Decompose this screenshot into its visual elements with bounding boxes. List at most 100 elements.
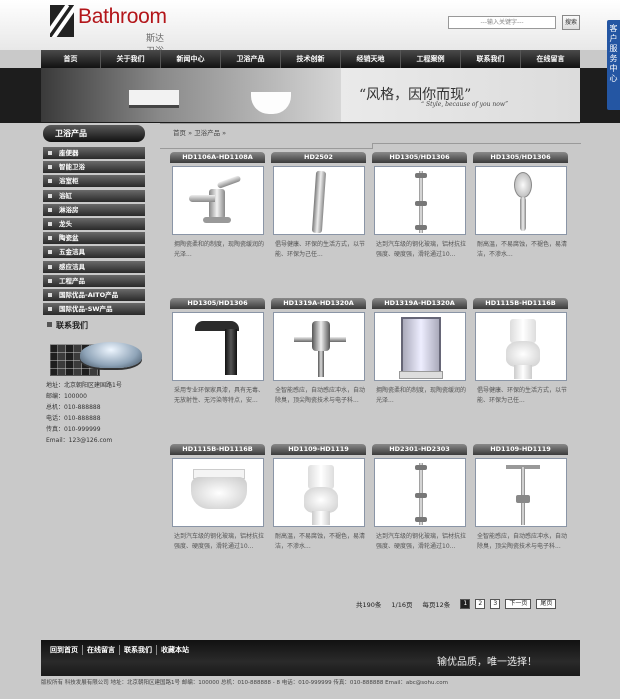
product-card[interactable]: HD1305/HD1306 采用专业环保家具漆，具有无毒、无放射性、无污染等特点，…	[170, 298, 268, 414]
sidebar-item-smart[interactable]: 智能卫浴	[43, 161, 145, 174]
slide-bar-product-image[interactable]	[374, 166, 466, 235]
product-title[interactable]: HD2301-HD2303	[372, 444, 467, 455]
urinal-valve-product-image[interactable]	[273, 312, 365, 381]
footer-link-home[interactable]: 回到首页	[50, 645, 83, 655]
wall-toilet-product-image[interactable]	[172, 458, 264, 527]
contact-bullet-icon	[47, 322, 52, 327]
product-card[interactable]: HD1109-HD1119 全智能感应，自动感应冲水，自动除臭，顶尖陶瓷技术与电子…	[473, 444, 571, 560]
product-title[interactable]: HD1305/HD1306	[372, 152, 467, 163]
contact-phone: 电话：010-888888	[46, 415, 101, 422]
toilet-product-image[interactable]	[475, 312, 567, 381]
sidebar-item-shower-rooms[interactable]: 淋浴房	[43, 203, 145, 216]
footer-link-message[interactable]: 在线留言	[83, 645, 120, 655]
pager-page: 1/16页	[391, 601, 413, 609]
sidebar-item-toilets[interactable]: 座便器	[43, 147, 145, 159]
page-1-button[interactable]: 1	[460, 599, 471, 609]
nav-item-dealers[interactable]: 经销天地	[341, 50, 401, 68]
product-title[interactable]: HD1305/HD1306	[473, 152, 568, 163]
sidebar-item-hardware[interactable]: 五金洁具	[43, 246, 145, 259]
product-card[interactable]: HD1115B-HD1116B 达到汽车级的钢化玻璃，铝材抗拉强度、硬度强，滑轮通…	[170, 444, 268, 560]
sidebar-title: 卫浴产品	[43, 125, 145, 142]
next-page-button[interactable]: 下一页	[505, 599, 532, 609]
bathtub-image	[80, 342, 142, 368]
footer-links: 回到首页 在线留言 联系我们 收藏本站	[50, 645, 193, 655]
sidebar-item-basins[interactable]: 陶瓷盆	[43, 232, 145, 245]
product-title[interactable]: HD1319A-HD1320A	[372, 298, 467, 309]
product-title[interactable]: HD1305/HD1306	[170, 298, 265, 309]
product-card[interactable]: HD1305/HD1306 达到汽车级的钢化玻璃，铝材抗拉强度、硬度强，滑轮通过1…	[372, 152, 470, 268]
banner-subtitle: “ Style, because of you now”	[421, 101, 509, 108]
product-card[interactable]: HD1109-HD1119 耐高温，不易腐蚀，不褪色，易清洁，不渗水...	[271, 444, 369, 560]
rain-shower-product-image[interactable]	[475, 458, 567, 527]
pagination: 共190条 1/16页 每页12条 1 2 3 下一页 尾页	[356, 599, 561, 609]
last-page-button[interactable]: 尾页	[536, 599, 557, 609]
nav-item-about[interactable]: 关于我们	[101, 50, 161, 68]
nav-item-cases[interactable]: 工程案例	[401, 50, 461, 68]
product-card[interactable]: HD1305/HD1306 耐高温，不易腐蚀，不褪色，易清洁，不渗水...	[473, 152, 571, 268]
faucet-product-image[interactable]	[172, 166, 264, 235]
product-title[interactable]: HD1109-HD1119	[473, 444, 568, 455]
page-2-button[interactable]: 2	[475, 599, 486, 609]
customer-service-tab[interactable]: 客户服务中心	[607, 20, 620, 110]
product-card[interactable]: HD2502 倡导健康、环保的生活方式，以节能、环保为己任...	[271, 152, 369, 268]
nav-item-products[interactable]: 卫浴产品	[221, 50, 281, 68]
sidebar-item-projects[interactable]: 工程产品	[43, 274, 145, 287]
page-3-button[interactable]: 3	[490, 599, 501, 609]
product-title[interactable]: HD2502	[271, 152, 366, 163]
contact-email: Email：123@126.com	[46, 437, 113, 444]
sidebar-item-sensor[interactable]: 感应洁具	[43, 260, 145, 273]
banner-bathroom-image	[41, 68, 341, 122]
search-button[interactable]: 搜索	[562, 15, 580, 30]
product-description: 全智能感应，自动感应冲水，自动除臭，顶尖陶瓷技术与电子科...	[477, 533, 568, 550]
footer-slogan: 输优品质，唯一选择！	[437, 657, 537, 668]
nav-item-message[interactable]: 在线留言	[521, 50, 580, 68]
breadcrumb-top-rule	[160, 123, 580, 124]
hero-banner: “风格，因你而现” “ Style, because of you now”	[41, 68, 580, 122]
shower-cabin-product-image[interactable]	[374, 312, 466, 381]
product-description: 达到汽车级的钢化玻璃，铝材抗拉强度、硬度强，滑轮通过10...	[376, 241, 467, 258]
footer-link-bookmark[interactable]: 收藏本站	[157, 645, 193, 655]
footer-link-contact[interactable]: 联系我们	[120, 645, 157, 655]
sidebar-item-faucets[interactable]: 龙头	[43, 217, 145, 230]
main-nav: 首页 关于我们 新闻中心 卫浴产品 技术创新 经销天地 工程案例 联系我们 在线…	[41, 50, 580, 68]
nav-item-home[interactable]: 首页	[41, 50, 101, 68]
pager-total: 共190条	[356, 601, 382, 609]
product-description: 达到汽车级的钢化玻璃，铝材抗拉强度、硬度强，滑轮通过10...	[376, 533, 467, 550]
logo-mark-icon	[50, 5, 74, 37]
product-description: 倡导健康、环保的生活方式，以节能、环保为己任...	[477, 387, 568, 404]
contact-details: 地址：北京朝阳区建国路1号 邮编：100000 总机：010-888888 电话…	[46, 380, 146, 446]
contact-title: 联系我们	[56, 321, 88, 330]
sidebar-item-cabinets[interactable]: 浴室柜	[43, 175, 145, 188]
nav-item-news[interactable]: 新闻中心	[161, 50, 221, 68]
sidebar-item-sw[interactable]: 国际优品-SW产品	[43, 303, 145, 316]
product-title[interactable]: HD1115B-HD1116B	[473, 298, 568, 309]
product-description: 耐高温，不易腐蚀，不褪色，易清洁，不渗水...	[477, 241, 568, 258]
product-card[interactable]: HD1319A-HD1320A 拥陶瓷柔和的制度，现陶瓷缓润的光泽...	[372, 298, 470, 414]
product-description: 耐高温，不易腐蚀，不褪色，易清洁，不渗水...	[275, 533, 366, 550]
product-card[interactable]: HD2301-HD2303 达到汽车级的钢化玻璃，铝材抗拉强度、硬度强，滑轮通过1…	[372, 444, 470, 560]
shower-panel-product-image[interactable]	[273, 166, 365, 235]
product-title[interactable]: HD1109-HD1119	[271, 444, 366, 455]
site-logo[interactable]: Bathroom 斯达卫浴	[50, 5, 170, 57]
breadcrumb[interactable]: 首页 » 卫浴产品 »	[173, 127, 226, 137]
nav-item-tech[interactable]: 技术创新	[281, 50, 341, 68]
logo-text: Bathroom	[78, 5, 167, 28]
product-card[interactable]: HD1115B-HD1116B 倡导健康、环保的生活方式，以节能、环保为己任...	[473, 298, 571, 414]
product-title[interactable]: HD1115B-HD1116B	[170, 444, 265, 455]
sidebar-item-aito[interactable]: 国际优品-AITO产品	[43, 288, 145, 301]
product-description: 倡导健康、环保的生活方式，以节能、环保为己任...	[275, 241, 366, 258]
hand-shower-product-image[interactable]	[475, 166, 567, 235]
contact-image	[50, 336, 142, 378]
product-title[interactable]: HD1106A-HD1108A	[170, 152, 265, 163]
slide-bar-product-image[interactable]	[374, 458, 466, 527]
search-input[interactable]: ---输入关键字---	[448, 16, 556, 29]
product-card[interactable]: HD1319A-HD1320A 全智能感应，自动感应冲水，自动除臭，顶尖陶瓷技术与…	[271, 298, 369, 414]
nav-item-contact[interactable]: 联系我们	[461, 50, 521, 68]
product-card[interactable]: HD1106A-HD1108A 拥陶瓷柔和的制度，现陶瓷缓润的光泽...	[170, 152, 268, 268]
product-title[interactable]: HD1319A-HD1320A	[271, 298, 366, 309]
product-description: 采用专业环保家具漆，具有无毒、无放射性、无污染等特点，安...	[174, 387, 265, 404]
contact-switchboard: 总机：010-888888	[46, 404, 101, 411]
sidebar-item-bathtubs[interactable]: 浴缸	[43, 189, 145, 202]
sensor-faucet-product-image[interactable]	[172, 312, 264, 381]
toilet-product-image[interactable]	[273, 458, 365, 527]
